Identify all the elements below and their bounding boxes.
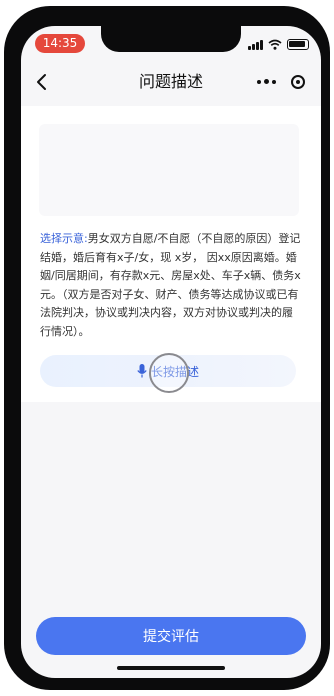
nav-bar: 问题描述 bbox=[21, 62, 321, 102]
submit-evaluation-button[interactable]: 提交评估 bbox=[36, 617, 306, 655]
close-target-icon[interactable] bbox=[291, 75, 305, 89]
back-arrow-icon[interactable] bbox=[31, 70, 53, 94]
status-time: 14:35 bbox=[35, 34, 85, 53]
hint-body: 男女双方自愿/不自愿（不自愿的原因）登记结婚，婚后育有x子/女，现 x岁， 因x… bbox=[40, 232, 301, 338]
microphone-icon bbox=[137, 364, 147, 378]
description-input[interactable] bbox=[39, 124, 299, 216]
mini-program-capsule bbox=[251, 69, 311, 95]
battery-icon bbox=[287, 39, 309, 50]
status-icons bbox=[248, 38, 309, 50]
phone-frame: 14:35 问题描述 选择示意:男女双方自愿/不自愿（不自愿的原因）登记结婚，婚… bbox=[4, 6, 330, 690]
home-indicator bbox=[117, 666, 225, 670]
status-bar: 14:35 bbox=[21, 26, 321, 62]
hint-prefix: 选择示意: bbox=[40, 232, 88, 245]
example-hint: 选择示意:男女双方自愿/不自愿（不自愿的原因）登记结婚，婚后育有x子/女，现 x… bbox=[40, 230, 302, 342]
wifi-icon bbox=[268, 39, 282, 50]
touch-indicator bbox=[149, 353, 189, 393]
signal-icon bbox=[248, 39, 263, 50]
screen: 14:35 问题描述 选择示意:男女双方自愿/不自愿（不自愿的原因）登记结婚，婚… bbox=[21, 26, 321, 678]
more-icon[interactable] bbox=[257, 79, 276, 85]
notch bbox=[101, 26, 241, 52]
